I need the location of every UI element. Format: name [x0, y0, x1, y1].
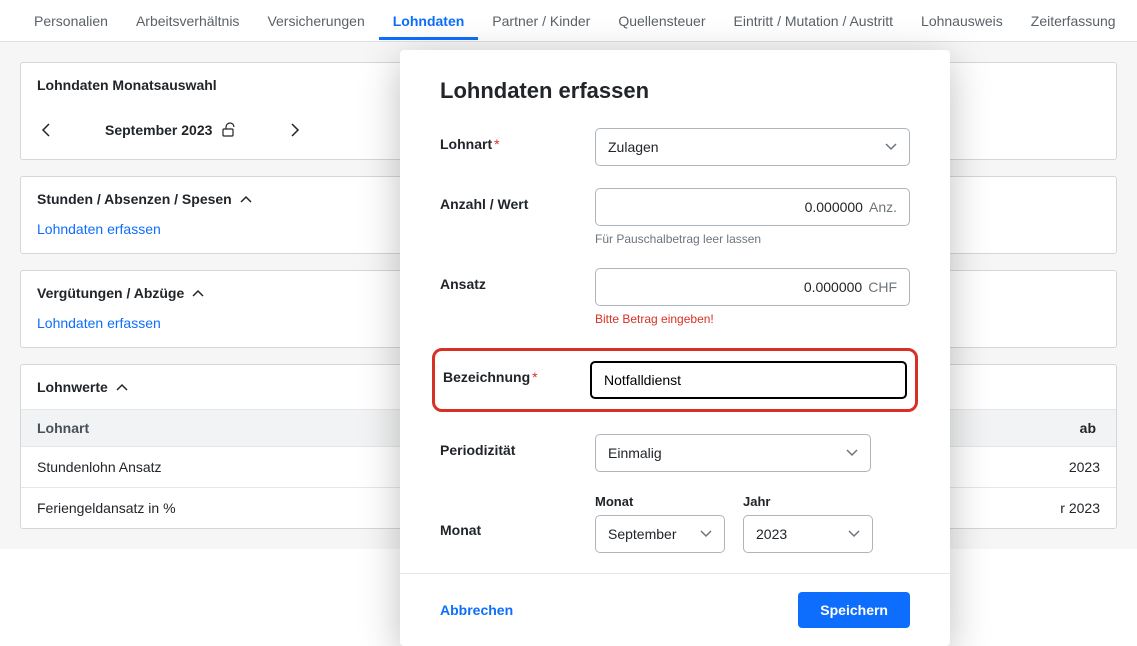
section-lohnwerte-title: Lohnwerte: [37, 379, 108, 395]
label-periodizitaet: Periodizität: [440, 434, 595, 458]
section-stunden-title: Stunden / Absenzen / Spesen: [37, 191, 232, 207]
select-jahr-value: 2023: [756, 526, 787, 542]
chevron-down-icon: [885, 143, 897, 151]
label-monat: Monat: [440, 494, 595, 538]
row-name: Feriengeldansatz in %: [37, 500, 176, 516]
sublabel-jahr: Jahr: [743, 494, 873, 509]
link-lohndaten-erfassen-2[interactable]: Lohndaten erfassen: [37, 315, 161, 331]
save-button[interactable]: Speichern: [798, 592, 910, 628]
row-right: r 2023: [1060, 500, 1100, 516]
next-month-button[interactable]: [286, 121, 304, 139]
tab-zeiterfassung[interactable]: Zeiterfassung: [1017, 3, 1130, 39]
current-month-label: September 2023: [105, 122, 212, 138]
tab-arbeitsverhaeltnis[interactable]: Arbeitsverhältnis: [122, 3, 254, 39]
section-verguetungen-title: Vergütungen / Abzüge: [37, 285, 184, 301]
tab-partner-kinder[interactable]: Partner / Kinder: [478, 3, 604, 39]
tab-eintritt-mutation-austritt[interactable]: Eintritt / Mutation / Austritt: [720, 3, 908, 39]
input-bezeichnung[interactable]: [590, 361, 907, 399]
chevron-down-icon: [848, 530, 860, 538]
row-right: 2023: [1069, 459, 1100, 475]
modal-title: Lohndaten erfassen: [440, 78, 910, 104]
select-monat[interactable]: September: [595, 515, 725, 553]
select-lohnart-value: Zulagen: [608, 139, 659, 155]
select-jahr[interactable]: 2023: [743, 515, 873, 553]
chevron-up-icon: [116, 383, 128, 391]
input-anzahl[interactable]: 0.000000 Anz.: [595, 188, 910, 226]
chevron-right-icon: [290, 122, 300, 138]
select-periodizitaet-value: Einmalig: [608, 445, 662, 461]
select-lohnart[interactable]: Zulagen: [595, 128, 910, 166]
tab-versicherungen[interactable]: Versicherungen: [253, 3, 378, 39]
chevron-down-icon: [846, 449, 858, 457]
chevron-up-icon: [192, 289, 204, 297]
select-periodizitaet[interactable]: Einmalig: [595, 434, 871, 472]
label-anzahl: Anzahl / Wert: [440, 188, 595, 212]
table-col-ab: ab: [1080, 420, 1096, 436]
label-bezeichnung: Bezeichnung*: [435, 361, 590, 385]
chevron-down-icon: [700, 530, 712, 538]
prev-month-button[interactable]: [37, 121, 55, 139]
label-ansatz: Ansatz: [440, 268, 595, 292]
cancel-button[interactable]: Abbrechen: [440, 602, 513, 618]
input-ansatz[interactable]: 0.000000 CHF: [595, 268, 910, 306]
hint-ansatz: Bitte Betrag eingeben!: [595, 312, 910, 326]
tab-quellensteuer[interactable]: Quellensteuer: [604, 3, 719, 39]
select-monat-value: September: [608, 526, 676, 542]
tab-personalien[interactable]: Personalien: [20, 3, 122, 39]
row-name: Stundenlohn Ansatz: [37, 459, 162, 475]
modal-lohndaten-erfassen: Lohndaten erfassen Lohnart* Zulagen Anza…: [400, 50, 950, 646]
sublabel-monat: Monat: [595, 494, 725, 509]
tabs-bar: Personalien Arbeitsverhältnis Versicheru…: [0, 0, 1137, 42]
input-anzahl-unit: Anz.: [869, 199, 897, 215]
input-ansatz-unit: CHF: [868, 279, 897, 295]
chevron-left-icon: [41, 122, 51, 138]
unlock-icon: [220, 122, 236, 138]
table-col-lohnart: Lohnart: [37, 420, 89, 436]
tab-lohndaten[interactable]: Lohndaten: [379, 3, 479, 40]
input-ansatz-value: 0.000000: [804, 279, 862, 295]
hint-anzahl: Für Pauschalbetrag leer lassen: [595, 232, 910, 246]
tab-lohnausweis[interactable]: Lohnausweis: [907, 3, 1017, 39]
input-anzahl-value: 0.000000: [805, 199, 863, 215]
link-lohndaten-erfassen-1[interactable]: Lohndaten erfassen: [37, 221, 161, 237]
chevron-up-icon: [240, 195, 252, 203]
label-lohnart: Lohnart*: [440, 128, 595, 152]
